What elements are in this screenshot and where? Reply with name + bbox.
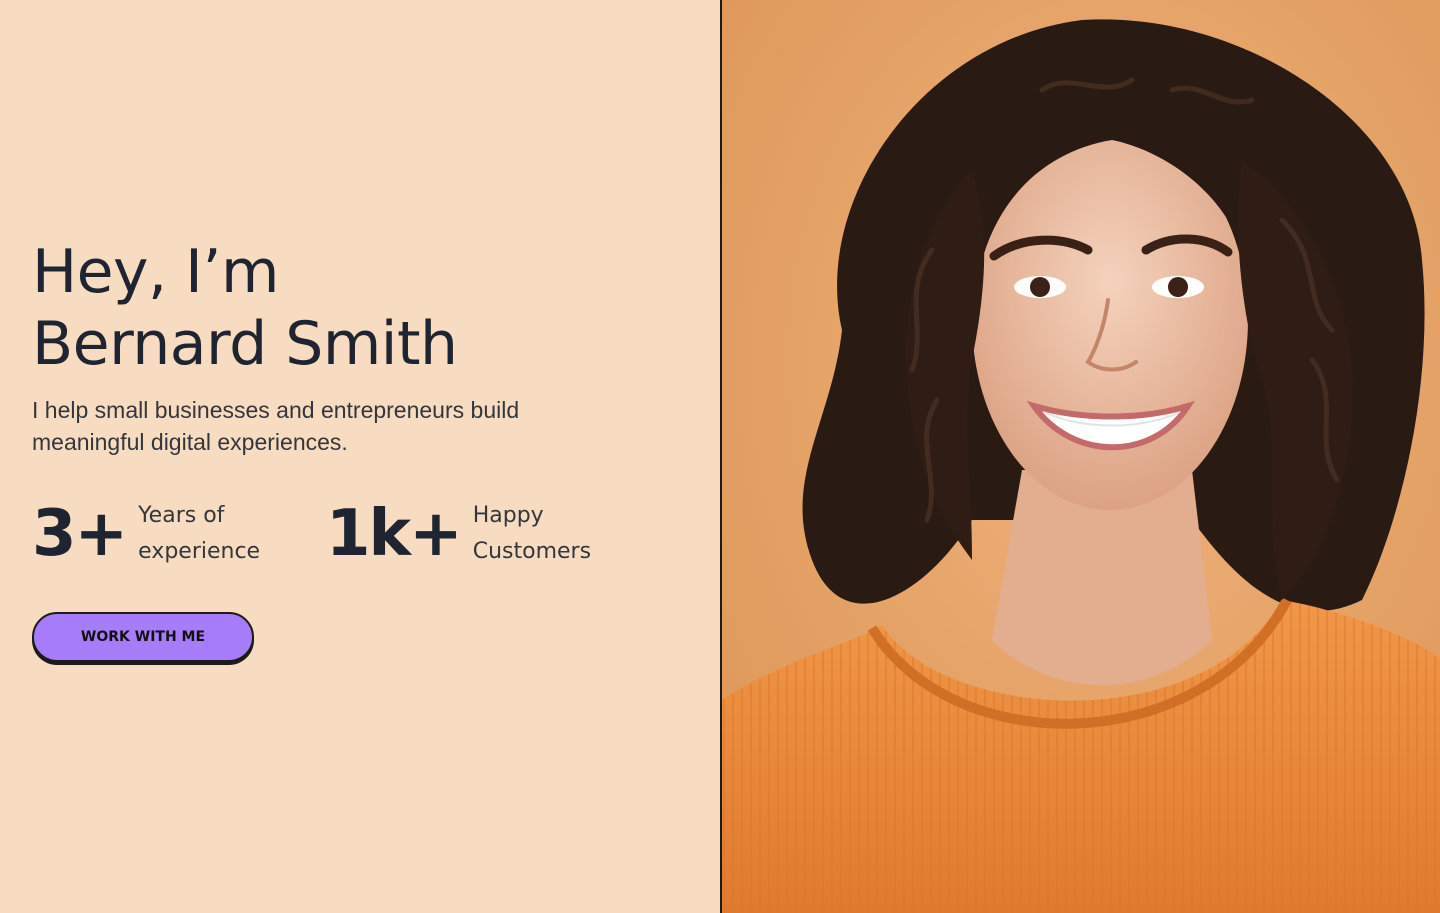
work-with-me-button[interactable]: WORK WITH ME xyxy=(32,612,254,662)
stat-number: 3+ xyxy=(32,497,128,571)
stat-label-line: Years of xyxy=(138,503,225,528)
stat-number: 1k+ xyxy=(326,497,463,571)
stat-label: Years of experience xyxy=(138,498,260,570)
hero-name: Bernard Smith xyxy=(32,309,458,379)
stat-label: Happy Customers xyxy=(473,498,591,570)
stat-experience: 3+ Years of experience xyxy=(32,498,260,570)
portrait-photo xyxy=(722,0,1440,913)
stat-label-line: Customers xyxy=(472,539,592,564)
hero-greeting: Hey, I’m xyxy=(32,237,279,307)
stat-label-line: Happy xyxy=(472,503,544,528)
portrait-panel xyxy=(722,0,1440,913)
hero-title: Hey, I’m Bernard Smith xyxy=(32,236,458,380)
hero-section: Hey, I’m Bernard Smith I help small busi… xyxy=(0,0,1440,913)
hero-content: Hey, I’m Bernard Smith I help small busi… xyxy=(0,0,720,913)
stat-customers: 1k+ Happy Customers xyxy=(326,498,591,570)
hero-subtitle: I help small businesses and entrepreneur… xyxy=(32,397,520,455)
stat-label-line: experience xyxy=(138,539,261,564)
